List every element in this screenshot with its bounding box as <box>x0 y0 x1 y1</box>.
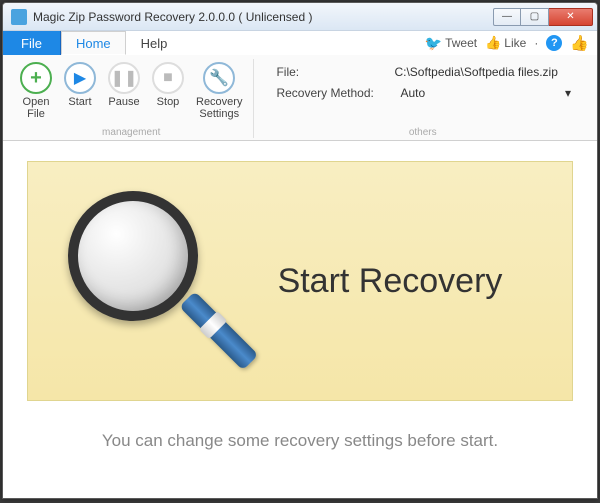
maximize-button[interactable]: ▢ <box>521 8 549 26</box>
file-menu-button[interactable]: File <box>3 31 61 55</box>
tweet-button[interactable]: 🐦Tweet <box>425 35 477 52</box>
group-label-management: management <box>15 125 247 138</box>
method-label: Recovery Method: <box>276 86 386 100</box>
app-icon <box>11 9 27 25</box>
ribbon-tabrow: File Home Help 🐦Tweet 👍Like · ? 👍 <box>3 31 597 55</box>
app-window: Magic Zip Password Recovery 2.0.0.0 ( Un… <box>2 2 598 499</box>
tab-help[interactable]: Help <box>126 31 183 55</box>
like-button[interactable]: 👍Like <box>485 35 526 51</box>
file-path-value: C:\Softpedia\Softpedia files.zip <box>394 65 577 79</box>
help-icon[interactable]: ? <box>546 35 562 51</box>
hint-text: You can change some recovery settings be… <box>27 401 573 461</box>
recovery-settings-button[interactable]: 🔧 RecoverySettings <box>191 59 247 125</box>
start-button[interactable]: ▶ Start <box>59 59 101 125</box>
plus-icon: + <box>20 62 52 94</box>
play-icon: ▶ <box>64 62 96 94</box>
pause-button[interactable]: ❚❚ Pause <box>103 59 145 125</box>
close-button[interactable]: ✕ <box>549 8 593 26</box>
stop-icon: ■ <box>152 62 184 94</box>
social-buttons: 🐦Tweet 👍Like · ? 👍 <box>425 31 589 55</box>
file-label: File: <box>276 65 386 79</box>
banner-heading: Start Recovery <box>238 262 542 301</box>
chevron-down-icon: ▾ <box>565 86 571 100</box>
method-select[interactable]: Auto ▾ <box>394 85 577 101</box>
file-path-row: File: C:\Softpedia\Softpedia files.zip <box>276 65 577 79</box>
ribbon: + OpenFile ▶ Start ❚❚ Pause ■ Stop 🔧 <box>3 55 597 141</box>
twitter-icon: 🐦 <box>425 35 442 52</box>
recovery-method-row: Recovery Method: Auto ▾ <box>276 85 577 101</box>
group-label-others: others <box>260 125 585 138</box>
window-title: Magic Zip Password Recovery 2.0.0.0 ( Un… <box>33 10 493 24</box>
ribbon-group-management: + OpenFile ▶ Start ❚❚ Pause ■ Stop 🔧 <box>9 59 254 138</box>
wrench-icon: 🔧 <box>203 62 235 94</box>
titlebar: Magic Zip Password Recovery 2.0.0.0 ( Un… <box>3 3 597 31</box>
ribbon-group-others: File: C:\Softpedia\Softpedia files.zip R… <box>254 59 591 138</box>
stop-button[interactable]: ■ Stop <box>147 59 189 125</box>
file-info-panel: File: C:\Softpedia\Softpedia files.zip R… <box>260 59 585 125</box>
thumbs-up-icon: 👍 <box>485 35 501 51</box>
minimize-button[interactable]: — <box>493 8 521 26</box>
magnifier-icon <box>58 181 238 381</box>
content-area: Start Recovery You can change some recov… <box>3 141 597 498</box>
tab-home[interactable]: Home <box>61 31 126 55</box>
pause-icon: ❚❚ <box>108 62 140 94</box>
rate-icon[interactable]: 👍 <box>570 34 589 52</box>
window-controls: — ▢ ✕ <box>493 8 593 26</box>
open-file-button[interactable]: + OpenFile <box>15 59 57 125</box>
start-recovery-banner[interactable]: Start Recovery <box>27 161 573 401</box>
method-value: Auto <box>400 86 425 100</box>
